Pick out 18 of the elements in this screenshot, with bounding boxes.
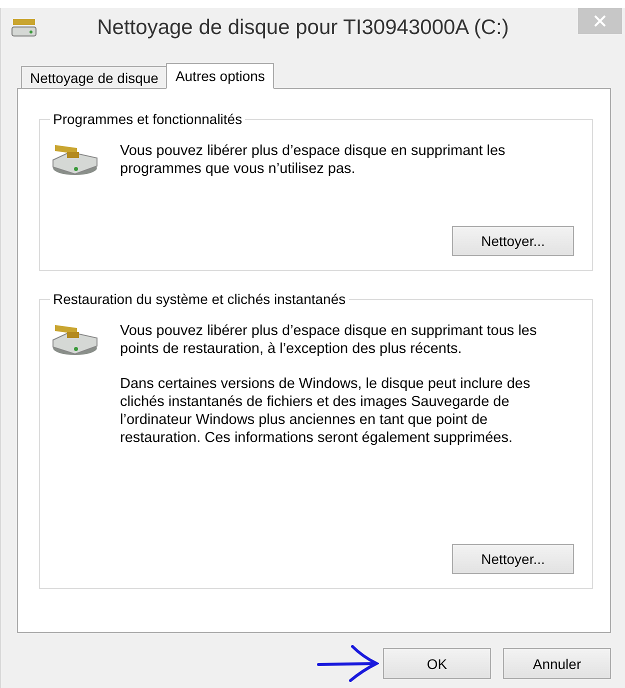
window-title: Nettoyage de disque pour TI30943000A (C:) bbox=[96, 16, 510, 40]
description-text: Dans certaines versions de Windows, le disque peut inclure des clichés instantanés de fichiers et des images Sauvegarde de l’ordinateur Windows plus anciennes en tant que point de restauration. Ces informations seront également supprimées. bbox=[120, 375, 532, 447]
description-text: Vous pouvez libérer plus d’espace disque en supprimant tous les points de restauration, à l’exception des plus récents. bbox=[120, 322, 538, 358]
group-title: Programmes et fonctionnalités bbox=[50, 111, 246, 127]
disk-cleanup-icon bbox=[11, 17, 37, 39]
disk-cleanup-icon bbox=[50, 142, 100, 176]
disk-cleanup-icon bbox=[50, 322, 100, 356]
arrow-drawing bbox=[317, 645, 379, 682]
ok-button[interactable]: OK bbox=[383, 648, 491, 679]
cancel-button[interactable]: Annuler bbox=[503, 648, 611, 679]
tab[interactable]: Autres options bbox=[166, 63, 274, 89]
clean-button[interactable]: Nettoyer... bbox=[452, 226, 574, 256]
close-icon bbox=[594, 15, 606, 27]
group-title: Restauration du système et clichés instantanés bbox=[50, 291, 349, 307]
close-button[interactable] bbox=[578, 8, 622, 34]
description-text: Vous pouvez libérer plus d’espace disque en supprimant les programmes que vous n’utilisez pas. bbox=[120, 142, 506, 178]
tab[interactable]: Nettoyage de disque bbox=[21, 66, 168, 89]
clean-button[interactable]: Nettoyer... bbox=[452, 544, 574, 574]
